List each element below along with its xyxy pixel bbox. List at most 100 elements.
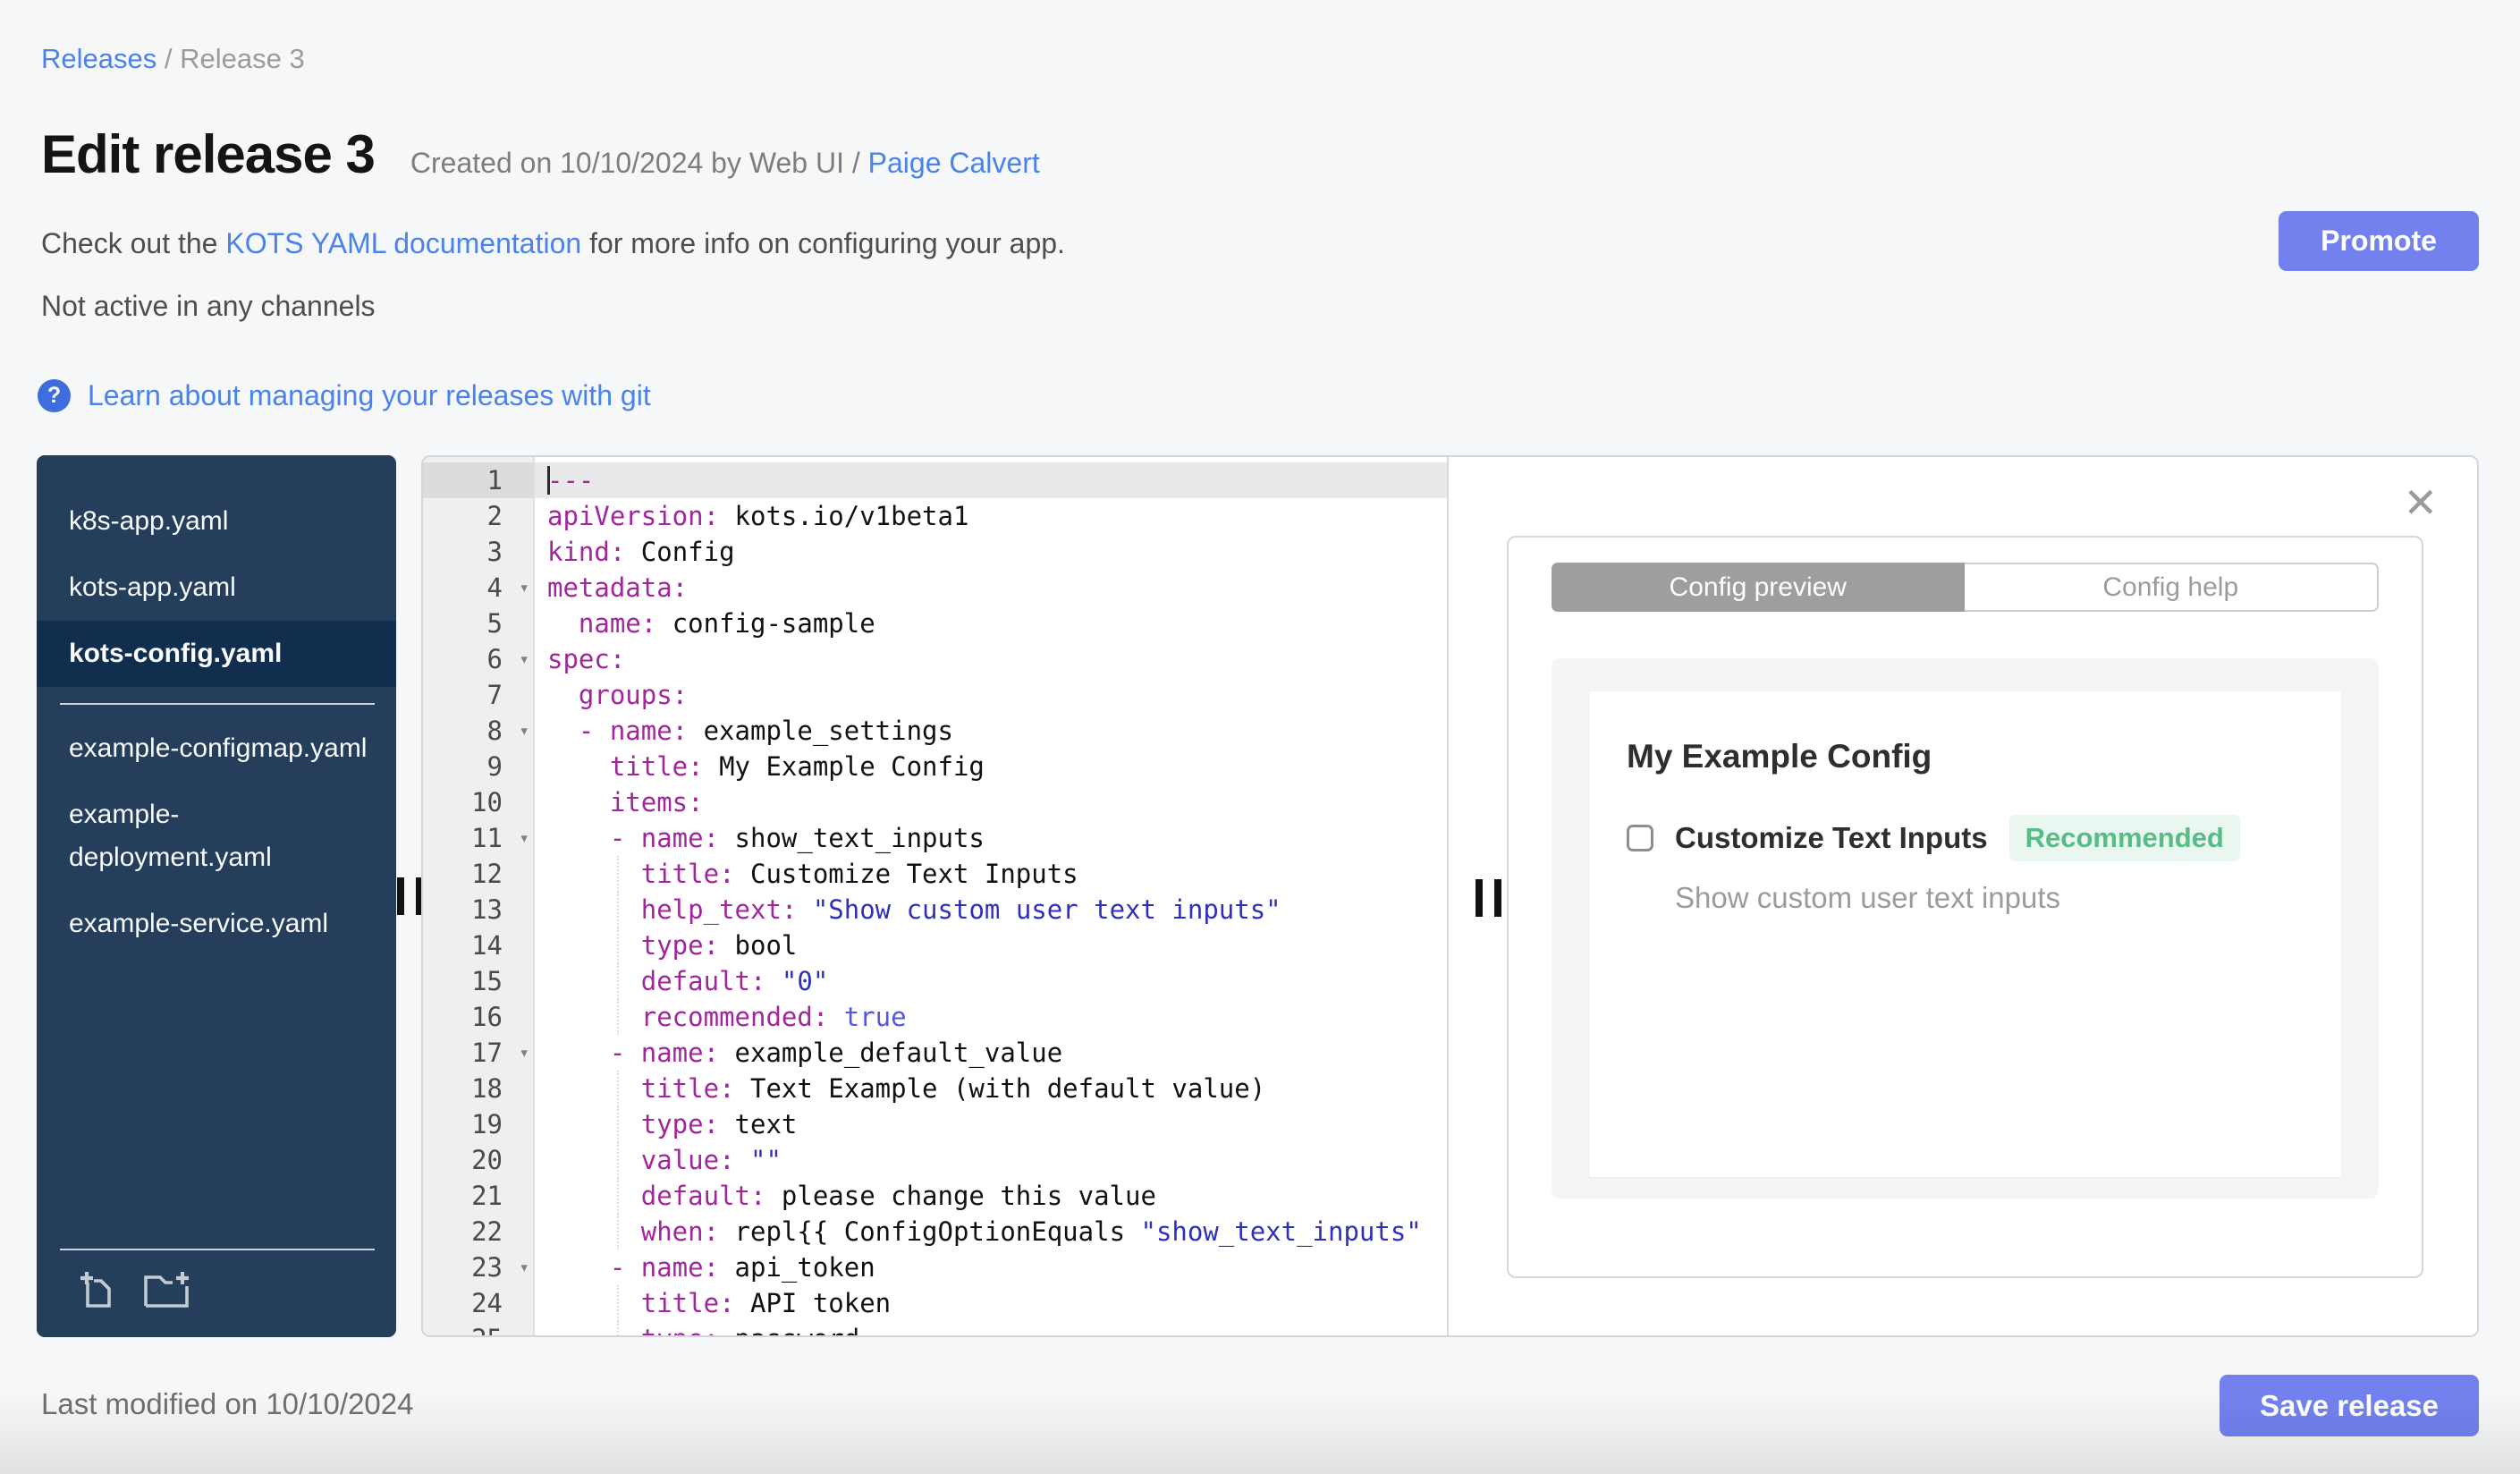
- indent-guide: [617, 892, 619, 928]
- sidebar-resize-handle[interactable]: [397, 877, 423, 915]
- tab-config-preview[interactable]: Config preview: [1552, 563, 1965, 612]
- code-editor[interactable]: 1 2 3 4 ▾ 5 6 ▾ 7 8 ▾ 9 10 11 ▾ 12 13 14 15 16 17 ▾ 18 19 20 21 22…: [423, 457, 1449, 1335]
- title-row: Edit release 3 Created on 10/10/2024 by …: [41, 123, 1040, 185]
- gutter-line-number: 20: [471, 1145, 503, 1175]
- editor-code-area[interactable]: --- apiVersion: kots.io/v1beta1 kind: Conf…: [535, 462, 1447, 1335]
- indent-guide: [617, 1321, 619, 1335]
- tab-config-help[interactable]: Config help: [1964, 563, 2379, 612]
- recommended-badge: Recommended: [2008, 815, 2240, 861]
- indent-guide: [617, 928, 619, 963]
- customize-text-inputs-checkbox[interactable]: [1627, 825, 1653, 851]
- indent-guide: [617, 1214, 619, 1250]
- sidebar-item-kots-config[interactable]: kots-config.yaml: [37, 621, 396, 687]
- add-file-button[interactable]: [76, 1268, 119, 1314]
- page-title: Edit release 3: [41, 124, 376, 184]
- resize-grip-bar: [1494, 879, 1501, 917]
- preview-resize-handle[interactable]: [1476, 879, 1501, 917]
- indent-guide: [617, 1285, 619, 1321]
- code-line: help_text: "Show custom user text inputs…: [535, 892, 1447, 928]
- gutter-line-number: 4 ▾: [423, 570, 533, 606]
- fold-arrow-icon[interactable]: ▾: [520, 820, 529, 856]
- fold-arrow-icon[interactable]: ▾: [520, 1035, 529, 1071]
- gutter-line-number: 15: [471, 966, 503, 996]
- save-release-button[interactable]: Save release: [2220, 1375, 2479, 1436]
- code-line: spec:: [547, 644, 626, 674]
- code-line: type: password: [535, 1321, 1447, 1335]
- sidebar-item-example-service[interactable]: example-service.yaml: [37, 891, 396, 957]
- gutter-line-number: 10: [471, 787, 503, 817]
- fold-arrow-icon[interactable]: ▾: [520, 641, 529, 677]
- kots-yaml-doc-link[interactable]: KOTS YAML documentation: [225, 227, 581, 259]
- gutter-line-number: 1: [423, 462, 533, 498]
- sidebar-divider: [60, 703, 375, 705]
- code-line: - name: example_default_value: [609, 1038, 1063, 1068]
- gutter-line-number: 14: [471, 930, 503, 961]
- code-line: - name: example_settings: [578, 716, 953, 746]
- gutter-line-number: 3: [486, 537, 503, 567]
- code-line: - name: show_text_inputs: [609, 823, 985, 853]
- fold-arrow-icon[interactable]: ▾: [520, 1250, 529, 1285]
- add-folder-icon: [144, 1272, 189, 1308]
- code-line: title: API token: [535, 1285, 1447, 1321]
- gutter-line-number: 16: [471, 1002, 503, 1032]
- sidebar-item-kots-app[interactable]: kots-app.yaml: [37, 555, 396, 621]
- gutter-line-number: 9: [486, 751, 503, 782]
- promote-button[interactable]: Promote: [2279, 211, 2479, 271]
- git-help-link[interactable]: Learn about managing your releases with …: [88, 379, 651, 412]
- config-item-help-text: Show custom user text inputs: [1675, 881, 2061, 914]
- add-file-icon: [80, 1272, 111, 1308]
- code-line: title: Text Example (with default value): [535, 1071, 1447, 1106]
- resize-grip-bar: [397, 877, 404, 915]
- code-line: title: Customize Text Inputs: [535, 856, 1447, 892]
- code-line: ---: [535, 462, 1447, 498]
- question-mark-icon: ?: [38, 379, 71, 412]
- gutter-line-number: 13: [471, 894, 503, 925]
- code-line: when: repl{{ ConfigOptionEquals "show_te…: [535, 1214, 1447, 1250]
- gutter-line-number: 11 ▾: [423, 820, 533, 856]
- last-modified-text: Last modified on 10/10/2024: [41, 1387, 414, 1420]
- fold-arrow-icon[interactable]: ▾: [520, 713, 529, 749]
- code-line: recommended: true: [535, 999, 1447, 1035]
- config-item-row: Customize Text Inputs Recommended: [1627, 815, 2304, 861]
- sidebar-item-example-deployment[interactable]: example-deployment.yaml: [37, 782, 396, 891]
- code-line: title: My Example Config: [609, 751, 985, 782]
- created-author-link[interactable]: Paige Calvert: [868, 147, 1040, 179]
- breadcrumb-releases-link[interactable]: Releases: [41, 43, 156, 74]
- gutter-line-number: 21: [471, 1181, 503, 1211]
- code-line: name: config-sample: [578, 608, 875, 639]
- sidebar-item-example-configmap[interactable]: example-configmap.yaml: [37, 716, 396, 782]
- indent-guide: [617, 1178, 619, 1214]
- gutter-line-number: 18: [471, 1073, 503, 1104]
- breadcrumb: Releases / Release 3: [41, 43, 305, 75]
- sidebar-item-k8s-app[interactable]: k8s-app.yaml: [37, 488, 396, 555]
- fold-arrow-icon[interactable]: ▾: [520, 570, 529, 606]
- code-line: metadata:: [547, 572, 689, 603]
- file-sidebar: k8s-app.yaml kots-app.yaml kots-config.y…: [37, 455, 396, 1337]
- code-line: type: bool: [535, 928, 1447, 963]
- indent-guide: [617, 1071, 619, 1106]
- close-preview-button[interactable]: ✕: [2403, 482, 2438, 523]
- doc-note-post: for more info on configuring your app.: [581, 227, 1065, 259]
- gutter-line-number: 24: [471, 1288, 503, 1318]
- config-render-area: My Example Config Customize Text Inputs …: [1552, 658, 2379, 1199]
- channel-status: Not active in any channels: [41, 290, 376, 322]
- code-line: items:: [609, 787, 704, 817]
- breadcrumb-separator: /: [164, 43, 173, 74]
- config-preview-card: Config preview Config help My Example Co…: [1507, 536, 2423, 1278]
- gutter-line-number: 17 ▾: [423, 1035, 533, 1071]
- gutter-line-number: 8 ▾: [423, 713, 533, 749]
- add-folder-button[interactable]: [142, 1268, 192, 1314]
- gutter-line-number: 25: [423, 1321, 533, 1335]
- editor-workbench: 1 2 3 4 ▾ 5 6 ▾ 7 8 ▾ 9 10 11 ▾ 12 13 14 15 16 17 ▾ 18 19 20 21 22…: [421, 455, 2479, 1337]
- created-prefix: Created on 10/10/2024 by Web UI /: [410, 147, 860, 179]
- gutter-line-number: 6 ▾: [423, 641, 533, 677]
- doc-note-pre: Check out the: [41, 227, 226, 259]
- editor-gutter: 1 2 3 4 ▾ 5 6 ▾ 7 8 ▾ 9 10 11 ▾ 12 13 14 15 16 17 ▾ 18 19 20 21 22…: [423, 457, 535, 1335]
- gutter-line-number: 5: [486, 608, 503, 639]
- config-group-title: My Example Config: [1627, 738, 1932, 775]
- code-line: groups:: [578, 680, 689, 710]
- git-help-row[interactable]: ? Learn about managing your releases wit…: [38, 379, 651, 412]
- code-line: default: please change this value: [535, 1178, 1447, 1214]
- indent-guide: [617, 856, 619, 892]
- gutter-line-number: 19: [471, 1109, 503, 1139]
